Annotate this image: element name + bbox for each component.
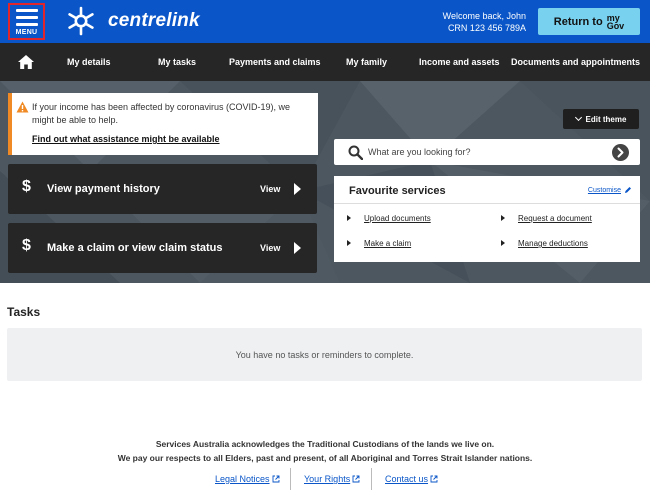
- warning-icon: [16, 101, 29, 113]
- hero-section: If your income has been affected by coro…: [0, 81, 650, 283]
- main-nav: My details My tasks Payments and claims …: [0, 43, 650, 81]
- footer-divider: [290, 468, 291, 490]
- footer-links: Legal Notices Your Rights Contact us: [0, 468, 650, 490]
- search-bar: [334, 139, 640, 165]
- covid-notice: If your income has been affected by coro…: [8, 93, 318, 155]
- nav-item-payments-claims[interactable]: Payments and claims: [229, 57, 321, 67]
- edit-theme-button[interactable]: Edit theme: [563, 109, 639, 129]
- bullet-icon: [347, 215, 351, 221]
- arrow-right-icon: [294, 183, 301, 195]
- chevron-down-icon: [574, 113, 582, 122]
- customise-link[interactable]: Customise: [588, 186, 632, 194]
- external-link-icon: [352, 475, 360, 483]
- external-link-icon: [272, 475, 279, 483]
- action-title: Make a claim or view claim status: [47, 242, 223, 254]
- your-rights-label: Your Rights: [304, 474, 351, 484]
- hamburger-icon: [15, 8, 38, 26]
- divider: [334, 203, 640, 204]
- user-greeting: Welcome back, John CRN 123 456 789A: [443, 10, 526, 34]
- arrow-right-icon: [294, 242, 301, 254]
- customise-label: Customise: [587, 186, 621, 194]
- footer-divider: [371, 468, 372, 490]
- contact-us-label: Contact us: [385, 474, 429, 484]
- edit-theme-label: Edit theme: [585, 114, 627, 124]
- view-label: View: [260, 243, 281, 253]
- centrelink-star-icon: [68, 6, 94, 36]
- legal-notices-link[interactable]: Legal Notices: [215, 474, 280, 484]
- covid-notice-text: If your income has been affected by coro…: [32, 102, 290, 125]
- nav-item-my-details[interactable]: My details: [67, 57, 111, 67]
- bullet-icon: [501, 240, 505, 246]
- your-rights-link[interactable]: Your Rights: [304, 474, 360, 484]
- fav-upload-documents[interactable]: Upload documents: [364, 214, 431, 223]
- favourite-services-panel: Favourite services Customise Upload docu…: [334, 176, 640, 262]
- search-input[interactable]: [368, 143, 598, 161]
- bullet-icon: [347, 240, 351, 246]
- return-label: Return to: [553, 15, 603, 28]
- make-claim-card[interactable]: $ Make a claim or view claim status View: [8, 223, 317, 273]
- tasks-empty-message: You have no tasks or reminders to comple…: [235, 349, 414, 360]
- fav-request-document[interactable]: Request a document: [518, 214, 592, 223]
- home-icon[interactable]: [17, 54, 35, 70]
- covid-assistance-link[interactable]: Find out what assistance might be availa…: [32, 134, 220, 144]
- bullet-icon: [501, 215, 505, 221]
- search-go-icon[interactable]: [612, 144, 629, 161]
- mygov-logo: my Gov: [606, 13, 625, 31]
- return-to-mygov-button[interactable]: Return to my Gov: [538, 8, 640, 35]
- contact-us-link[interactable]: Contact us: [385, 474, 438, 484]
- dollar-icon: $: [22, 178, 31, 195]
- action-title: View payment history: [47, 183, 160, 195]
- acknowledgement: Services Australia acknowledges the Trad…: [0, 437, 650, 465]
- nav-item-my-tasks[interactable]: My tasks: [158, 57, 196, 67]
- ack-line-1: Services Australia acknowledges the Trad…: [155, 439, 495, 449]
- crn-text: CRN 123 456 789A: [447, 23, 526, 33]
- dollar-icon: $: [22, 237, 31, 254]
- fav-manage-deductions[interactable]: Manage deductions: [518, 239, 588, 248]
- mygov-bottom: Gov: [606, 20, 625, 31]
- menu-label: MENU: [15, 28, 38, 36]
- nav-item-my-family[interactable]: My family: [346, 57, 387, 67]
- pencil-icon: [625, 187, 631, 193]
- ack-line-2: We pay our respects to all Elders, past …: [117, 453, 533, 463]
- fav-make-claim[interactable]: Make a claim: [364, 239, 411, 248]
- centrelink-logo[interactable]: centrelink: [64, 6, 200, 36]
- nav-item-income-assets[interactable]: Income and assets: [419, 57, 500, 67]
- favourite-services-title: Favourite services: [349, 185, 446, 197]
- external-link-icon: [430, 475, 438, 483]
- top-header: MENU centrelink Welcome back, John CRN 1…: [0, 0, 650, 43]
- logo-text: centrelink: [108, 10, 200, 31]
- view-payment-history-card[interactable]: $ View payment history View: [8, 164, 317, 214]
- welcome-text: Welcome back, John: [442, 11, 526, 21]
- view-label: View: [260, 184, 281, 194]
- nav-item-documents-appointments[interactable]: Documents and appointments: [511, 57, 640, 67]
- tasks-heading: Tasks: [7, 305, 41, 319]
- legal-notices-label: Legal Notices: [215, 474, 270, 484]
- search-icon: [348, 145, 363, 160]
- tasks-panel: You have no tasks or reminders to comple…: [7, 328, 642, 381]
- menu-button[interactable]: MENU: [8, 3, 45, 40]
